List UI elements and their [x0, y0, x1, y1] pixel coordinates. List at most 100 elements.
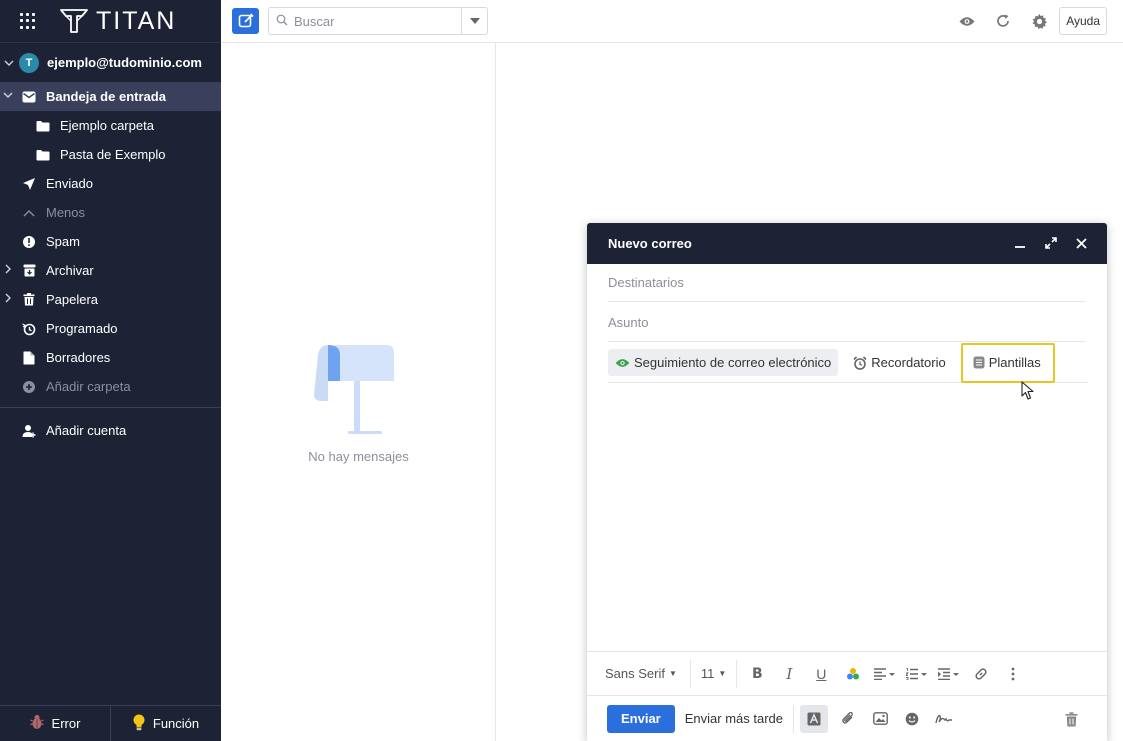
send-bar: Enviar Enviar más tarde	[587, 695, 1107, 741]
reminder-label: Recordatorio	[871, 355, 946, 370]
sidebar-item-trash[interactable]: Papelera	[0, 285, 221, 314]
subject-row	[608, 304, 1085, 342]
sidebar-item-label: Papelera	[46, 292, 99, 307]
sidebar-item-archive[interactable]: Archivar	[0, 256, 221, 285]
indent-button[interactable]	[933, 660, 965, 688]
draft-file-icon	[21, 350, 37, 366]
sidebar-item-add-account[interactable]: Añadir cuenta	[0, 416, 221, 445]
search-input[interactable]	[294, 13, 454, 29]
send-button[interactable]: Enviar	[607, 704, 675, 733]
report-error-label: Error	[51, 716, 81, 731]
empty-state: No hay mensajes	[221, 343, 496, 464]
more-options-button[interactable]	[997, 660, 1029, 688]
chevron-right-icon[interactable]	[3, 264, 13, 277]
app: TITAN T ejemplo@tudominio.com Bandeja de…	[0, 0, 1123, 741]
sidebar-item-less[interactable]: Menos	[0, 198, 221, 227]
gear-icon	[1032, 13, 1047, 29]
attach-file-button[interactable]	[832, 705, 864, 733]
sidebar-item-drafts[interactable]: Borradores	[0, 343, 221, 372]
text-color-button[interactable]	[837, 660, 869, 688]
sidebar-item-inbox[interactable]: Bandeja de entrada	[0, 82, 221, 111]
sidebar-item-scheduled[interactable]: Programado	[0, 314, 221, 343]
add-user-icon	[21, 423, 37, 439]
insert-image-button[interactable]	[864, 705, 896, 733]
font-size-select[interactable]: 11 ▼	[695, 659, 738, 688]
toolbar-separator	[683, 659, 691, 688]
recipients-row	[608, 264, 1085, 302]
expand-icon	[1044, 237, 1057, 249]
sidebar-item-label: Añadir carpeta	[46, 379, 131, 394]
minimize-icon	[1014, 246, 1025, 248]
sidebar-item-sent[interactable]: Enviado	[0, 169, 221, 198]
sidebar-item-label: Archivar	[46, 263, 94, 278]
avatar: T	[19, 52, 39, 73]
sidebar-item-spam[interactable]: Spam	[0, 227, 221, 256]
minimize-button[interactable]	[1004, 233, 1035, 253]
chevron-up-icon	[21, 205, 37, 221]
emoji-smile-icon	[905, 712, 919, 725]
account-row[interactable]: T ejemplo@tudominio.com	[0, 43, 221, 82]
envelope-icon	[21, 89, 37, 105]
email-tracking-toggle[interactable]: Seguimiento de correo electrónico	[608, 349, 839, 376]
font-size-value: 11	[700, 666, 715, 681]
recipients-field[interactable]	[608, 275, 1085, 290]
send-later-button[interactable]: Enviar más tarde	[675, 704, 795, 733]
sidebar-item-label: Enviado	[46, 176, 93, 191]
discard-draft-button[interactable]	[1055, 705, 1087, 733]
compose-options-row: Seguimiento de correo electrónico Record…	[608, 342, 1088, 383]
close-button[interactable]	[1066, 233, 1097, 253]
close-icon	[1076, 237, 1087, 249]
apps-grid-icon[interactable]	[20, 13, 36, 29]
feature-request-button[interactable]: Función	[111, 706, 221, 741]
image-icon	[872, 712, 888, 725]
sidebar-item-add-folder[interactable]: Añadir carpeta	[0, 372, 221, 401]
clock-send-icon	[21, 321, 37, 337]
compose-window: Nuevo correo Destinatarios Asunto Seguim…	[587, 223, 1107, 741]
settings-button[interactable]	[1021, 7, 1057, 35]
chevron-down-icon[interactable]	[2, 56, 16, 70]
compose-button[interactable]	[232, 8, 259, 34]
align-button[interactable]	[869, 660, 901, 688]
sidebar-divider	[0, 407, 221, 408]
templates-button[interactable]: Plantillas	[960, 342, 1055, 383]
emoji-button[interactable]	[896, 705, 928, 733]
compose-window-controls	[1004, 233, 1097, 253]
compose-title: Nuevo correo	[608, 236, 692, 251]
alert-circle-icon	[21, 234, 37, 250]
caret-down-icon	[469, 18, 480, 24]
subject-field[interactable]	[608, 315, 1085, 330]
archive-icon	[21, 263, 37, 279]
text-format-icon	[807, 712, 821, 725]
help-button[interactable]: Ayuda	[1059, 7, 1107, 35]
reminder-button[interactable]: Recordatorio	[846, 349, 952, 376]
align-left-icon	[874, 667, 896, 680]
signature-icon	[935, 714, 953, 723]
numbered-list-button[interactable]	[901, 660, 933, 688]
sidebar-item-label: Ejemplo carpeta	[60, 118, 154, 133]
bold-button[interactable]: B	[741, 660, 773, 688]
sidebar-item-sample-folder[interactable]: Pasta de Exemplo	[0, 140, 221, 169]
italic-button[interactable]: I	[773, 660, 805, 688]
preview-eye-button[interactable]	[949, 7, 985, 35]
underline-button[interactable]: U	[805, 660, 837, 688]
sidebar-item-label: Borradores	[46, 350, 111, 365]
chevron-down-icon[interactable]	[3, 90, 13, 103]
refresh-button[interactable]	[985, 7, 1021, 35]
expand-button[interactable]	[1035, 233, 1066, 253]
signature-button[interactable]	[928, 705, 960, 733]
refresh-icon	[997, 14, 1010, 27]
search-options-dropdown[interactable]	[461, 8, 487, 34]
top-actions: Ayuda	[949, 7, 1107, 35]
caret-down-icon: ▼	[668, 669, 677, 678]
lightbulb-icon	[133, 714, 145, 734]
paperclip-icon	[842, 711, 853, 724]
sidebar-item-example-folder[interactable]: Ejemplo carpeta	[0, 111, 221, 140]
search-icon	[276, 14, 288, 29]
font-family-value: Sans Serif	[605, 666, 665, 681]
insert-link-button[interactable]	[965, 660, 997, 688]
font-family-select[interactable]: Sans Serif ▼	[599, 660, 683, 688]
formatting-toggle-button[interactable]	[800, 704, 829, 733]
trash-icon	[1065, 711, 1077, 726]
report-error-button[interactable]: Error	[0, 706, 111, 741]
chevron-right-icon[interactable]	[3, 293, 13, 306]
